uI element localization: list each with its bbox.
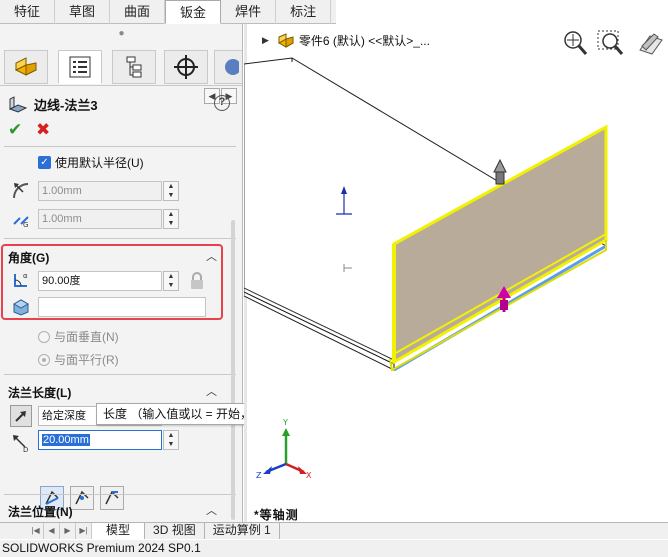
lock-icon[interactable] (186, 270, 208, 292)
property-manager-tab[interactable] (58, 50, 102, 84)
collapse-angle-icon[interactable]: ︿ (206, 248, 217, 264)
gap-distance-field[interactable]: 1.00mm (38, 209, 162, 229)
flange-length-spinner[interactable]: ▲ ▼ (163, 430, 179, 450)
first-tab-arrow-icon[interactable]: |◀ (28, 523, 44, 539)
svg-text:D: D (23, 446, 28, 453)
triad-y-label: Y (282, 418, 288, 427)
crosshair-icon (174, 55, 198, 79)
feature-title: 边线-法兰3 (34, 98, 98, 113)
radio-circle-selected[interactable] (38, 353, 50, 366)
angle-section-header[interactable]: 角度(G) (8, 249, 49, 266)
tab-weldments[interactable]: 焊件 (221, 0, 277, 24)
view-orientation-label: *等轴测 (254, 508, 299, 522)
graphics-viewport[interactable]: ▶ 零件6 (默认) <<默认>_... Y X Z *等轴测 (244, 24, 668, 522)
use-default-radius-label: 使用默认半径(U) (55, 156, 144, 170)
flange-angle-field[interactable]: 90.00度 (38, 271, 162, 291)
divider (4, 238, 236, 239)
tab-surfaces[interactable]: 曲面 (110, 0, 166, 24)
edge-flange-icon (8, 96, 28, 113)
bend-radius-icon (10, 179, 32, 201)
solidworks-window: 特征 草图 曲面 钣金 焊件 标注 ● ◀ ▶ 边线-法兰3 ? ✔ ✖ ✓ 使… (0, 0, 668, 557)
cancel-button[interactable]: ✖ (36, 120, 50, 140)
tab-markup[interactable]: 标注 (276, 0, 332, 24)
use-default-radius-checkbox[interactable]: ✓ (38, 156, 51, 169)
panel-scrollbar[interactable] (231, 220, 235, 520)
configuration-manager-tab[interactable] (112, 50, 156, 84)
divider (4, 374, 236, 375)
bottom-tab-bar: |◀ ◀ ▶ ▶| 模型 3D 视图 运动算例 1 (0, 522, 668, 539)
bend-radius-field[interactable]: 1.00mm (38, 181, 162, 201)
triad-z-label: Z (256, 471, 262, 480)
command-tabs: 特征 草图 曲面 钣金 焊件 标注 (0, 0, 336, 24)
tab-features[interactable]: 特征 (0, 0, 56, 24)
parallel-to-face-radio[interactable]: 与面平行(R) (38, 351, 119, 368)
tab-model[interactable]: 模型 (92, 523, 146, 539)
reference-face-selection-box[interactable] (38, 297, 206, 317)
status-bar: SOLIDWORKS Premium 2024 SP0.1 (0, 540, 668, 557)
flange-angle-spinner[interactable]: ▲ ▼ (163, 271, 179, 291)
triad-icon: Y X Z (256, 418, 312, 480)
display-sphere-icon (225, 59, 239, 75)
reference-face-icon (10, 296, 32, 318)
drag-arrow-handle-icon[interactable] (493, 158, 507, 185)
sheet-metal-model[interactable]: Y X Z (244, 24, 668, 522)
configuration-tree-icon (126, 56, 142, 78)
feature-manager-tab[interactable] (4, 50, 48, 84)
property-manager-panel: ● ◀ ▶ 边线-法兰3 ? ✔ ✖ ✓ 使用默认半径(U) 1.00mm ▲ … (0, 24, 243, 522)
next-tab-arrow-icon[interactable]: ▶ (60, 523, 76, 539)
ok-button[interactable]: ✔ (8, 120, 22, 140)
svg-text:G: G (23, 221, 28, 228)
flange-length-field[interactable]: 20.00mm (38, 430, 162, 450)
parallel-to-face-label: 与面平行(R) (54, 353, 119, 367)
bend-radius-spinner[interactable]: ▲ ▼ (163, 181, 179, 201)
gap-distance-icon: G (10, 207, 32, 229)
gap-distance-spinner[interactable]: ▲ ▼ (163, 209, 179, 229)
length-dimension-icon: D (10, 432, 32, 454)
tangent-bend-button[interactable] (100, 486, 124, 510)
tab-sheet-metal[interactable]: 钣金 (165, 0, 222, 24)
previous-tab-arrow-icon[interactable]: ◀ (44, 523, 60, 539)
divider (4, 494, 236, 495)
panel-splitter-handle[interactable]: ● (0, 24, 242, 44)
use-default-radius-row[interactable]: ✓ 使用默认半径(U) (38, 154, 144, 171)
triad-x-label: X (306, 471, 312, 480)
radio-circle[interactable] (38, 330, 50, 343)
tab-motion-study[interactable]: 运动算例 1 (205, 523, 280, 539)
collapse-flange-position-icon[interactable]: ︿ (206, 502, 217, 518)
property-list-icon (69, 56, 91, 78)
collapse-flange-length-icon[interactable]: ︿ (206, 383, 217, 399)
perpendicular-to-face-label: 与面垂直(N) (54, 330, 119, 344)
inner-virtual-sharp-button[interactable] (70, 486, 94, 510)
divider (4, 146, 236, 147)
flange-length-value: 20.00mm (42, 434, 90, 446)
part-icon (14, 57, 38, 76)
last-tab-arrow-icon[interactable]: ▶| (76, 523, 92, 539)
tangent-bend-icon (105, 490, 119, 505)
feature-header: 边线-法兰3 ? (8, 94, 238, 114)
flange-angle-icon: α (10, 269, 32, 291)
inner-virtual-sharp-icon (75, 490, 89, 505)
display-manager-tab[interactable] (214, 50, 242, 84)
reverse-direction-button[interactable] (10, 405, 32, 427)
perpendicular-to-face-radio[interactable]: 与面垂直(N) (38, 328, 119, 345)
help-icon[interactable]: ? (214, 95, 230, 111)
flange-length-section-header[interactable]: 法兰长度(L) (8, 384, 71, 401)
svg-text:α: α (23, 272, 28, 280)
flange-position-section-header[interactable]: 法兰位置(N) (8, 503, 73, 520)
manager-tabs: ◀ ▶ (0, 46, 242, 104)
tab-3d-views[interactable]: 3D 视图 (145, 523, 205, 539)
tab-sketch[interactable]: 草图 (55, 0, 111, 24)
dimxpert-manager-tab[interactable] (164, 50, 208, 84)
